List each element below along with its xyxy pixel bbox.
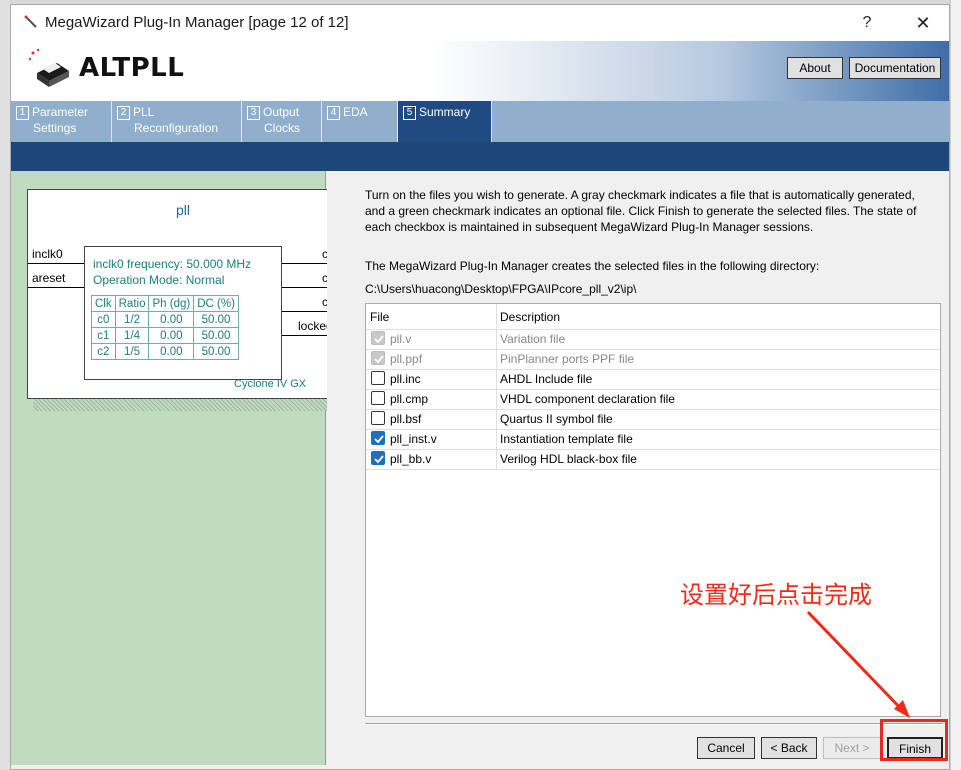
annotation-arrow [806, 610, 910, 718]
annotation-text: 设置好后点击完成 [680, 581, 872, 609]
finish-highlight-box [880, 719, 948, 761]
